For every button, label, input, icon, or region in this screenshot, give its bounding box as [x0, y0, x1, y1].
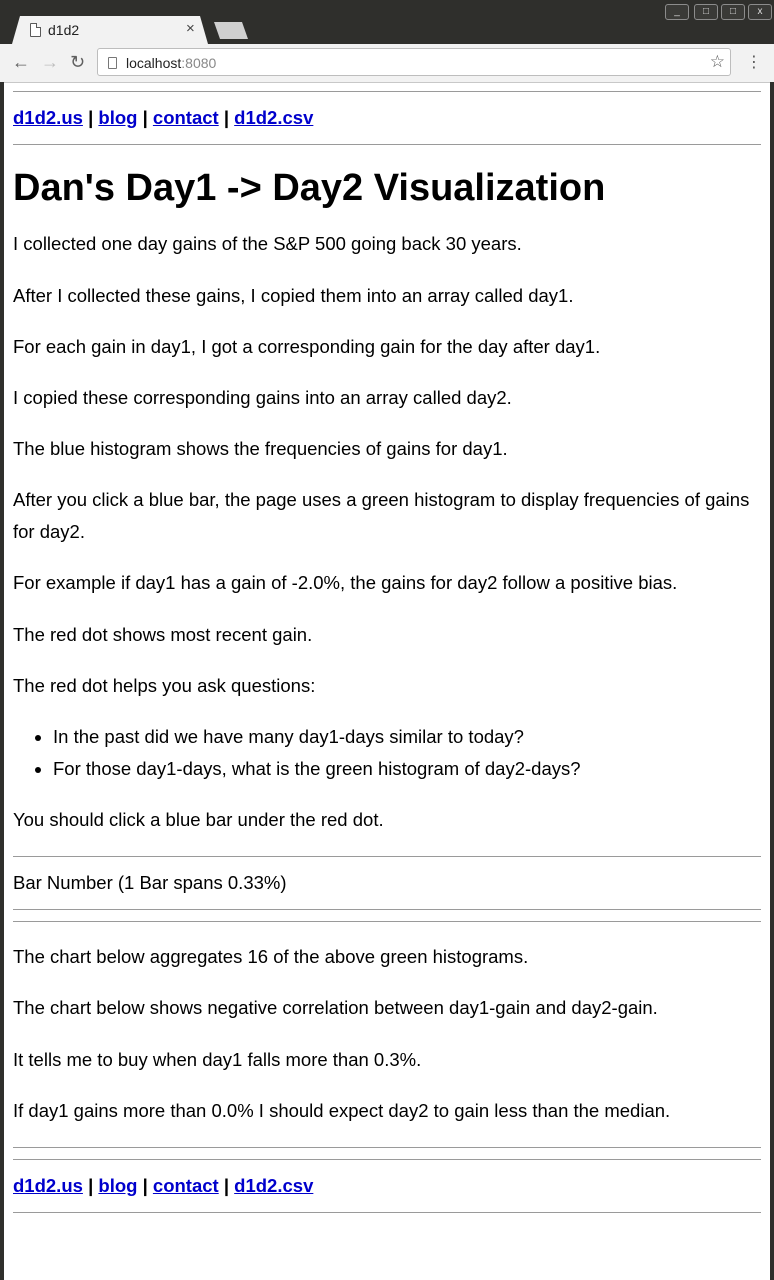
- aggregate-paragraph: It tells me to buy when day1 falls more …: [13, 1049, 422, 1070]
- maximize-button[interactable]: □: [721, 4, 745, 20]
- nav-separator: |: [88, 107, 94, 128]
- list-item: For those day1-days, what is the green h…: [53, 753, 581, 785]
- bottom-nav: d1d2.us | blog | contact | d1d2.csv: [13, 1175, 313, 1197]
- intro-paragraph: After I collected these gains, I copied …: [13, 285, 574, 306]
- aggregate-paragraph: The chart below shows negative correlati…: [13, 997, 658, 1018]
- nav-link-blog[interactable]: blog: [98, 1175, 137, 1196]
- list-item: In the past did we have many day1-days s…: [53, 721, 581, 753]
- question-list: In the past did we have many day1-days s…: [13, 721, 581, 785]
- nav-link-csv[interactable]: d1d2.csv: [234, 107, 313, 128]
- intro-paragraph: For example if day1 has a gain of -2.0%,…: [13, 572, 678, 593]
- nav-link-d1d2us[interactable]: d1d2.us: [13, 107, 83, 128]
- back-arrow-icon[interactable]: ←: [12, 52, 30, 72]
- bar-number-label: Bar Number (1 Bar spans 0.33%): [13, 872, 287, 893]
- forward-arrow-icon[interactable]: →: [41, 52, 59, 72]
- aggregate-paragraph: The chart below aggregates 16 of the abo…: [13, 946, 529, 967]
- divider: [13, 144, 761, 145]
- nav-separator: |: [142, 1175, 148, 1196]
- restore-button[interactable]: □: [694, 4, 718, 20]
- nav-link-d1d2us[interactable]: d1d2.us: [13, 1175, 83, 1196]
- browser-titlebar: d1d2 × _ □ □ x: [0, 0, 774, 44]
- window-border-left: [0, 82, 4, 1280]
- nav-separator: |: [223, 107, 230, 128]
- browser-tab[interactable]: d1d2 ×: [12, 16, 208, 44]
- intro-paragraph: I collected one day gains of the S&P 500…: [13, 233, 522, 254]
- new-tab-button[interactable]: [214, 22, 248, 39]
- intro-paragraph: I copied these corresponding gains into …: [13, 387, 512, 408]
- nav-link-contact[interactable]: contact: [153, 1175, 219, 1196]
- intro-paragraph: After you click a blue bar, the page use…: [13, 489, 750, 542]
- browser-toolbar: ← → ↻ localhost:8080 ☆ ⋮: [0, 44, 774, 83]
- nav-link-csv[interactable]: d1d2.csv: [234, 1175, 313, 1196]
- close-tab-icon[interactable]: ×: [186, 20, 195, 37]
- intro-paragraph: For each gain in day1, I got a correspon…: [13, 336, 601, 357]
- divider: [13, 856, 761, 857]
- intro-paragraph: The red dot helps you ask questions:: [13, 675, 316, 696]
- close-window-button[interactable]: x: [748, 4, 772, 20]
- nav-separator: |: [223, 1175, 230, 1196]
- divider: [13, 909, 761, 910]
- nav-separator: |: [88, 1175, 94, 1196]
- nav-link-contact[interactable]: contact: [153, 107, 219, 128]
- divider: [13, 1212, 761, 1213]
- reload-icon[interactable]: ↻: [70, 52, 85, 72]
- minimize-button[interactable]: _: [665, 4, 689, 20]
- page-info-icon[interactable]: [108, 57, 117, 69]
- nav-link-blog[interactable]: blog: [98, 107, 137, 128]
- intro-paragraph: The red dot shows most recent gain.: [13, 624, 313, 645]
- divider: [13, 91, 761, 92]
- divider: [13, 1159, 761, 1160]
- address-bar[interactable]: localhost:8080 ☆: [97, 48, 731, 76]
- page-icon: [30, 23, 41, 37]
- url-text[interactable]: localhost:8080: [126, 55, 216, 71]
- divider: [13, 921, 761, 922]
- page-title: Dan's Day1 -> Day2 Visualization: [13, 167, 606, 209]
- tab-title: d1d2: [48, 22, 80, 38]
- top-nav: d1d2.us | blog | contact | d1d2.csv: [13, 107, 313, 129]
- nav-separator: |: [142, 107, 148, 128]
- window-border-right: [770, 82, 774, 1280]
- kebab-menu-icon[interactable]: ⋮: [746, 52, 762, 72]
- aggregate-paragraph: If day1 gains more than 0.0% I should ex…: [13, 1100, 671, 1121]
- divider: [13, 1147, 761, 1148]
- instruction-paragraph: You should click a blue bar under the re…: [13, 809, 384, 830]
- intro-paragraph: The blue histogram shows the frequencies…: [13, 438, 508, 459]
- star-icon[interactable]: ☆: [710, 52, 725, 72]
